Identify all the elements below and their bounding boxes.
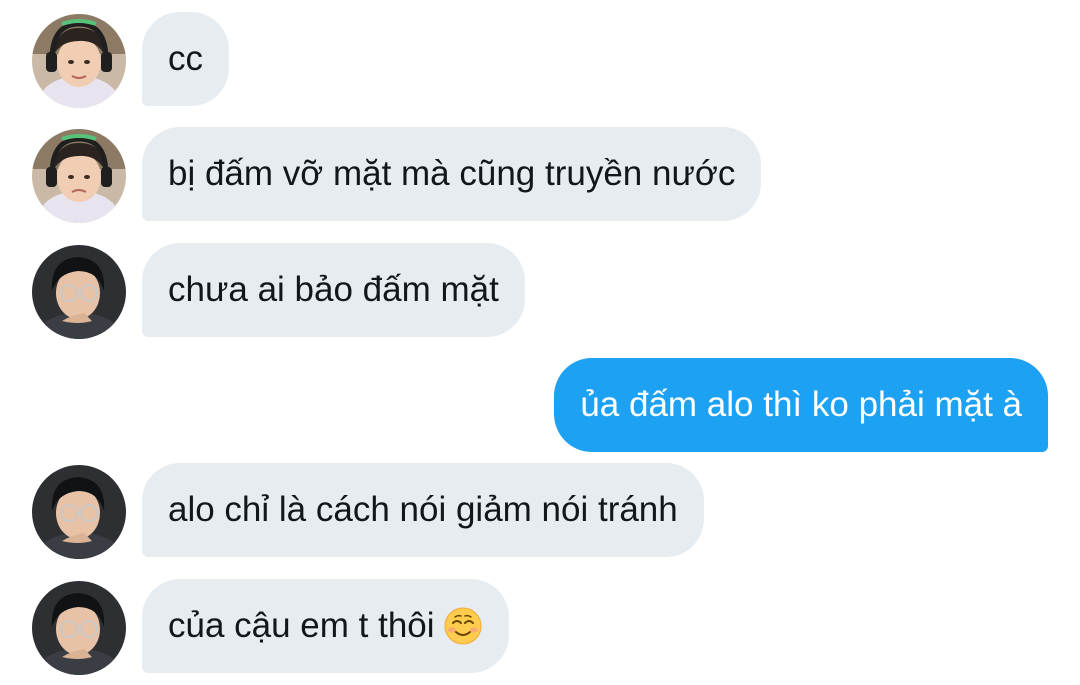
avatar[interactable]	[32, 465, 126, 559]
message-text: bị đấm vỡ mặt mà cũng truyền nước	[168, 154, 736, 193]
message-text: chưa ai bảo đấm mặt	[168, 270, 499, 309]
message-bubble-incoming[interactable]: bị đấm vỡ mặt mà cũng truyền nước	[142, 127, 762, 221]
avatar[interactable]	[32, 245, 126, 339]
message-row: của cậu em t thôi	[0, 579, 1080, 675]
message-text: cc	[168, 39, 203, 78]
message-text: alo chỉ là cách nói giảm nói tránh	[168, 490, 678, 529]
message-row: alo chỉ là cách nói giảm nói tránh	[0, 463, 1080, 559]
avatar[interactable]	[32, 129, 126, 223]
avatar[interactable]	[32, 14, 126, 108]
message-row: ủa đấm alo thì ko phải mặt à	[0, 358, 1080, 454]
message-bubble-incoming[interactable]: alo chỉ là cách nói giảm nói tránh	[142, 463, 704, 557]
message-row: cc	[0, 12, 1080, 108]
smiling-face-icon	[444, 607, 482, 645]
message-bubble-outgoing[interactable]: ủa đấm alo thì ko phải mặt à	[554, 358, 1048, 452]
avatar-headphones-image	[32, 129, 126, 223]
avatar-glasses-image	[32, 465, 126, 559]
message-text: ủa đấm alo thì ko phải mặt à	[580, 385, 1022, 424]
message-row: chưa ai bảo đấm mặt	[0, 243, 1080, 339]
avatar-glasses-image	[32, 581, 126, 675]
avatar-headphones-image	[32, 14, 126, 108]
message-row: bị đấm vỡ mặt mà cũng truyền nước	[0, 127, 1080, 223]
message-bubble-incoming[interactable]: cc	[142, 12, 229, 106]
avatar-glasses-image	[32, 245, 126, 339]
message-bubble-incoming[interactable]: của cậu em t thôi	[142, 579, 509, 673]
message-text: của cậu em t thôi	[168, 606, 435, 645]
avatar[interactable]	[32, 581, 126, 675]
message-bubble-incoming[interactable]: chưa ai bảo đấm mặt	[142, 243, 525, 337]
